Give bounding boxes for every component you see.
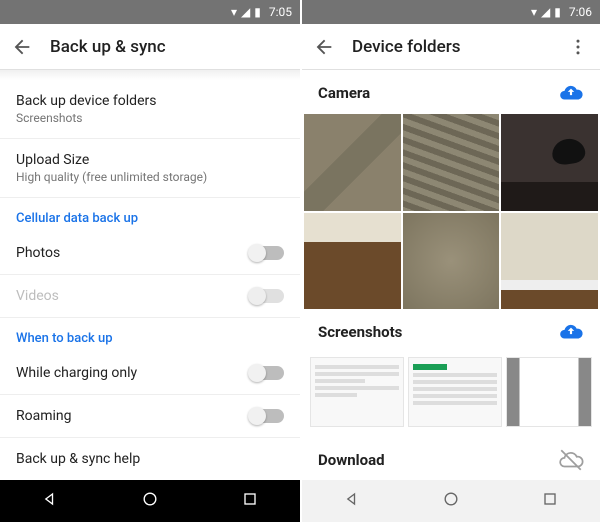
row-upload-size[interactable]: Upload Size High quality (free unlimited…	[0, 139, 300, 198]
nav-home-icon[interactable]	[441, 489, 461, 513]
status-time: 7:05	[269, 5, 292, 19]
row-secondary: High quality (free unlimited storage)	[16, 170, 284, 184]
row-help[interactable]: Back up & sync help	[0, 438, 300, 480]
row-backup-folders[interactable]: Back up device folders Screenshots	[0, 80, 300, 139]
camera-grid	[302, 114, 600, 309]
status-bar: ▾ ◢ ▮ 7:06	[302, 0, 600, 24]
wifi-icon: ▾	[531, 5, 537, 19]
phone-right: ▾ ◢ ▮ 7:06 Device folders Camera Screens…	[300, 0, 600, 522]
nav-bar	[0, 480, 300, 522]
battery-icon: ▮	[254, 5, 261, 19]
toggle-roaming[interactable]: Roaming	[0, 395, 300, 438]
switch-off[interactable]	[250, 409, 284, 423]
switch-disabled	[250, 289, 284, 303]
toggle-label: While charging only	[16, 365, 137, 381]
app-bar: Device folders	[302, 24, 600, 70]
signal-icon: ◢	[241, 5, 250, 19]
cloud-off-icon[interactable]	[558, 447, 584, 473]
nav-home-icon[interactable]	[140, 489, 160, 513]
screenshot-thumb[interactable]	[310, 357, 404, 427]
back-icon[interactable]	[10, 35, 34, 59]
cloud-on-icon[interactable]	[558, 80, 584, 106]
row-secondary: Screenshots	[16, 111, 284, 125]
photo-thumb[interactable]	[304, 114, 401, 211]
screenshot-thumb[interactable]	[506, 357, 592, 427]
folders-list: Camera Screenshots Download	[302, 70, 600, 480]
folder-header-download[interactable]: Download	[302, 437, 600, 480]
toggle-videos: Videos	[0, 275, 300, 318]
switch-off[interactable]	[250, 246, 284, 260]
wifi-icon: ▾	[231, 5, 237, 19]
row-primary: Back up device folders	[16, 93, 284, 109]
folder-name: Camera	[318, 84, 370, 102]
row-primary: Back up & sync help	[16, 451, 284, 467]
photo-thumb[interactable]	[403, 114, 500, 211]
nav-back-icon[interactable]	[342, 489, 362, 513]
switch-off[interactable]	[250, 366, 284, 380]
nav-bar	[302, 480, 600, 522]
status-bar: ▾ ◢ ▮ 7:05	[0, 0, 300, 24]
scroll-shadow	[0, 70, 300, 80]
cloud-on-icon[interactable]	[558, 319, 584, 345]
photo-thumb[interactable]	[304, 213, 401, 310]
toggle-label: Videos	[16, 288, 59, 304]
back-icon[interactable]	[312, 35, 336, 59]
photo-thumb[interactable]	[501, 213, 598, 310]
signal-icon: ◢	[541, 5, 550, 19]
nav-recent-icon[interactable]	[540, 489, 560, 513]
toggle-photos[interactable]: Photos	[0, 232, 300, 275]
toggle-label: Roaming	[16, 408, 72, 424]
screenshot-thumb[interactable]	[408, 357, 502, 427]
page-title: Back up & sync	[50, 37, 290, 57]
nav-back-icon[interactable]	[40, 489, 60, 513]
settings-list: Back up device folders Screenshots Uploa…	[0, 70, 300, 480]
battery-icon: ▮	[554, 5, 561, 19]
section-cellular: Cellular data back up	[0, 198, 300, 232]
phone-left: ▾ ◢ ▮ 7:05 Back up & sync Back up device…	[0, 0, 300, 522]
folder-header-screenshots[interactable]: Screenshots	[302, 309, 600, 353]
app-bar: Back up & sync	[0, 24, 300, 70]
folder-name: Screenshots	[318, 323, 402, 341]
photo-thumb[interactable]	[501, 114, 598, 211]
page-title: Device folders	[352, 37, 550, 57]
status-time: 7:06	[569, 5, 592, 19]
nav-recent-icon[interactable]	[240, 489, 260, 513]
toggle-label: Photos	[16, 245, 60, 261]
folder-header-camera[interactable]: Camera	[302, 70, 600, 114]
toggle-charging[interactable]: While charging only	[0, 352, 300, 395]
overflow-icon[interactable]	[566, 35, 590, 59]
screenshots-grid	[302, 353, 600, 437]
photo-thumb[interactable]	[403, 213, 500, 310]
section-when: When to back up	[0, 318, 300, 352]
row-primary: Upload Size	[16, 152, 284, 168]
folder-name: Download	[318, 451, 385, 469]
